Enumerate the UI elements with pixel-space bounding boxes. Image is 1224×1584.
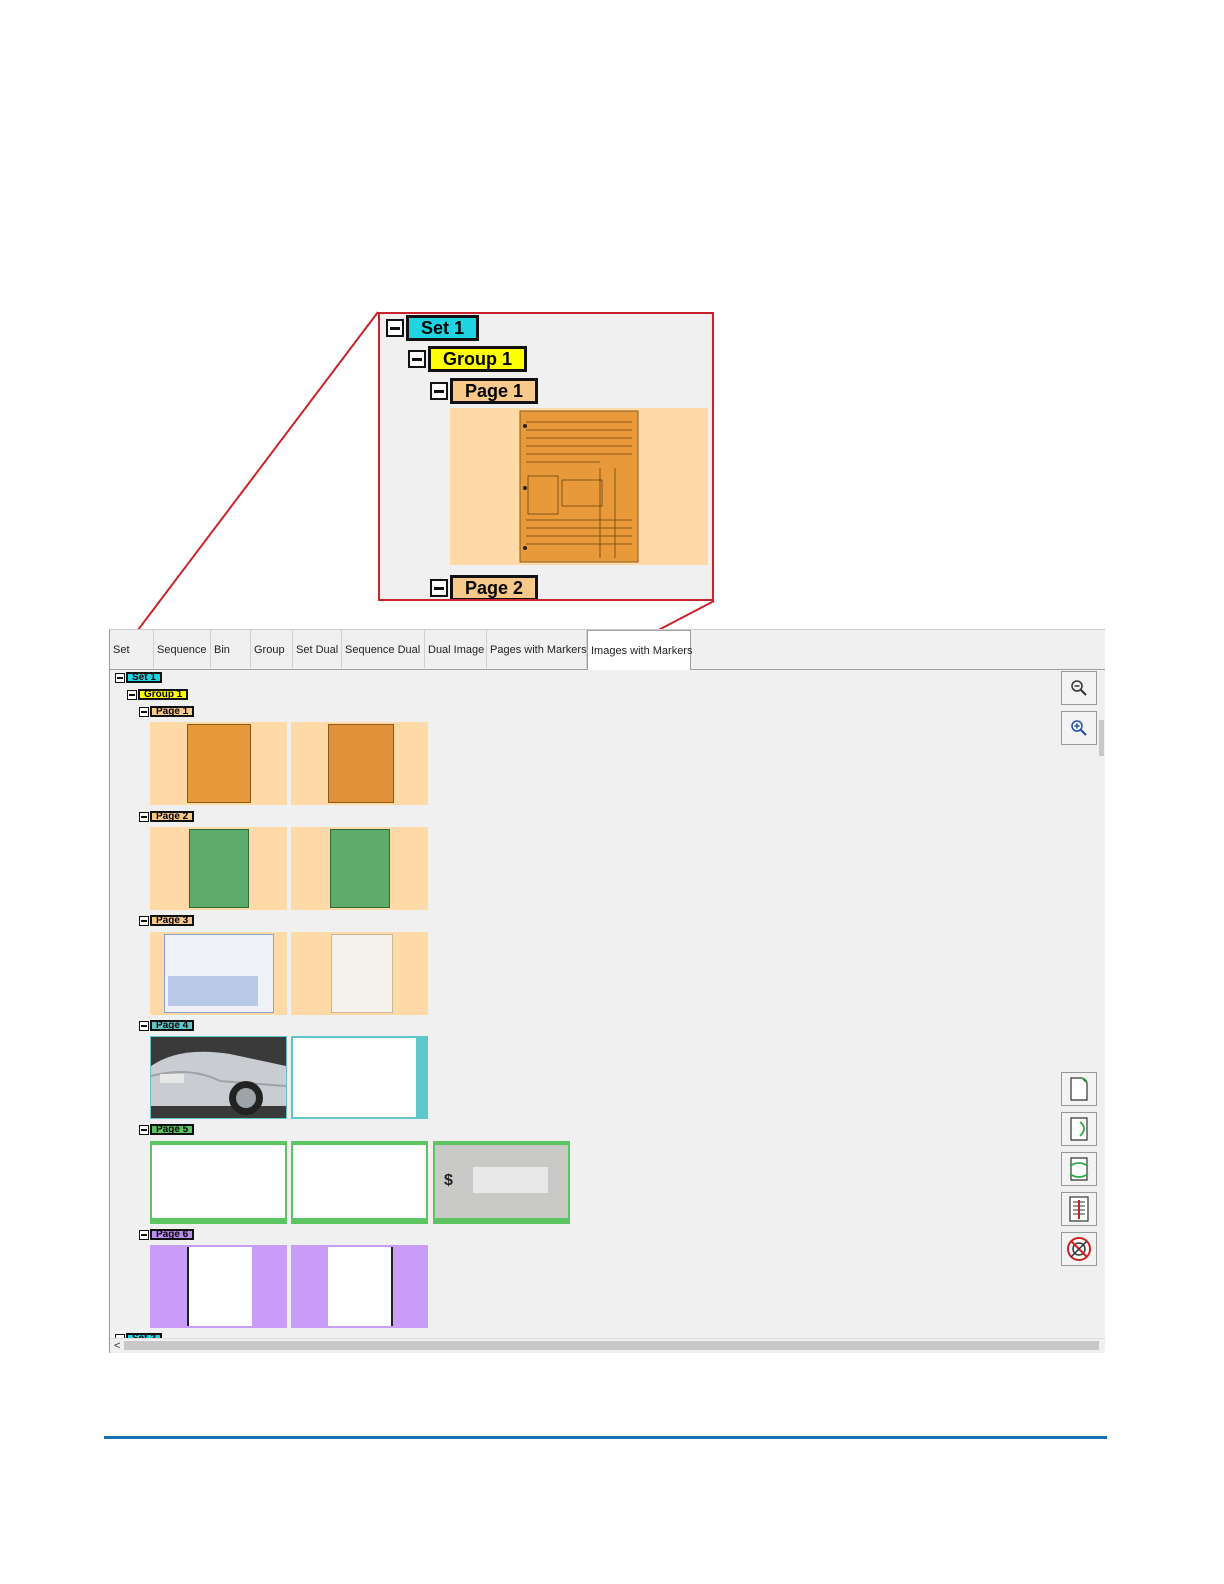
document-image bbox=[331, 934, 393, 1013]
collapse-icon[interactable] bbox=[127, 689, 137, 700]
callout-page1-node: Page 1 bbox=[430, 378, 539, 404]
rotate-right-button[interactable] bbox=[1061, 1072, 1097, 1106]
thumbnail-page1-front[interactable] bbox=[150, 722, 287, 805]
tree-node-page1[interactable]: Page 1 bbox=[139, 706, 195, 717]
vertical-scrollbar[interactable] bbox=[1097, 670, 1105, 1330]
collapse-icon[interactable] bbox=[139, 706, 149, 717]
dollar-sign-icon: $ bbox=[444, 1172, 453, 1189]
callout-group-label: Group 1 bbox=[428, 346, 528, 372]
document-image bbox=[187, 724, 251, 803]
images-with-markers-window: Set Sequence Bin Group Set Dual Sequence… bbox=[109, 629, 1105, 1353]
delete-icon bbox=[1067, 1237, 1091, 1261]
rotate-180-button[interactable] bbox=[1061, 1152, 1097, 1186]
tab-strip: Set Sequence Bin Group Set Dual Sequence… bbox=[110, 630, 1105, 670]
tab-set[interactable]: Set bbox=[110, 630, 154, 668]
table-graphic bbox=[168, 976, 258, 1006]
collapse-icon[interactable] bbox=[139, 1124, 149, 1135]
zoom-in-button[interactable] bbox=[1061, 711, 1097, 745]
footer-divider bbox=[104, 1436, 1107, 1439]
document-image bbox=[187, 1247, 252, 1326]
horizontal-scrollbar[interactable]: < bbox=[110, 1338, 1105, 1353]
collapse-icon[interactable] bbox=[139, 915, 149, 926]
scroll-left-icon[interactable]: < bbox=[114, 1339, 120, 1353]
callout-group-node: Group 1 bbox=[408, 346, 528, 372]
thumbnail-page5-snippet[interactable]: $ bbox=[433, 1141, 570, 1224]
tree-node-group1[interactable]: Group 1 bbox=[127, 689, 189, 700]
thumbnail-page6-front[interactable] bbox=[150, 1245, 287, 1328]
tab-set-dual[interactable]: Set Dual bbox=[293, 630, 342, 668]
split-document-button[interactable] bbox=[1061, 1192, 1097, 1226]
tab-sequence[interactable]: Sequence bbox=[154, 630, 211, 668]
zoom-out-icon bbox=[1071, 680, 1087, 696]
thumbnail-page2-back[interactable] bbox=[291, 827, 428, 910]
thumbnail-page3-back[interactable] bbox=[291, 932, 428, 1015]
car-photo-icon bbox=[150, 1037, 287, 1118]
tree-node-page6[interactable]: Page 6 bbox=[139, 1229, 195, 1240]
callout-page2-label: Page 2 bbox=[450, 575, 539, 599]
tab-pages-with-markers[interactable]: Pages with Markers bbox=[487, 630, 587, 668]
tree-node-page2[interactable]: Page 2 bbox=[139, 811, 195, 822]
callout-thumbnail bbox=[450, 408, 708, 565]
document-image bbox=[328, 724, 394, 803]
collapse-icon[interactable] bbox=[139, 1229, 149, 1240]
rotate-180-icon bbox=[1069, 1157, 1089, 1181]
rotate-left-icon bbox=[1070, 1117, 1088, 1141]
document-image bbox=[189, 829, 249, 908]
collapse-icon bbox=[430, 579, 448, 597]
tab-bin[interactable]: Bin bbox=[211, 630, 251, 668]
rotate-left-button[interactable] bbox=[1061, 1112, 1097, 1146]
thumbnail-page5-check-back[interactable] bbox=[291, 1141, 428, 1224]
tab-images-with-markers[interactable]: Images with Markers bbox=[587, 630, 692, 670]
callout-page2-node: Page 2 bbox=[430, 575, 539, 599]
tree-node-set1[interactable]: Set 1 bbox=[115, 672, 162, 683]
zoom-callout: Set 1 Group 1 Page 1 Page 2 bbox=[378, 312, 714, 601]
amount-box bbox=[473, 1167, 548, 1193]
collapse-icon[interactable] bbox=[139, 1020, 149, 1031]
collapse-icon[interactable] bbox=[139, 811, 149, 822]
delete-button[interactable] bbox=[1061, 1232, 1097, 1266]
collapse-icon bbox=[408, 350, 426, 368]
collapse-icon[interactable] bbox=[115, 672, 125, 683]
form-document-icon bbox=[519, 410, 639, 563]
document-image bbox=[293, 1038, 416, 1117]
zoom-out-button[interactable] bbox=[1061, 671, 1097, 705]
tab-sequence-dual[interactable]: Sequence Dual bbox=[342, 630, 425, 668]
tree-node-page5[interactable]: Page 5 bbox=[139, 1124, 195, 1135]
vertical-scroll-thumb[interactable] bbox=[1099, 720, 1104, 756]
callout-page1-label: Page 1 bbox=[450, 378, 539, 404]
thumbnail-page6-back[interactable] bbox=[291, 1245, 428, 1328]
check-image bbox=[152, 1145, 285, 1218]
split-document-icon bbox=[1069, 1196, 1089, 1222]
thumbnail-page1-back[interactable] bbox=[291, 722, 428, 805]
tab-dual-image[interactable]: Dual Image bbox=[425, 630, 487, 668]
tab-group[interactable]: Group bbox=[251, 630, 293, 668]
tree-node-page3[interactable]: Page 3 bbox=[139, 915, 195, 926]
thumbnail-page3-front[interactable] bbox=[150, 932, 287, 1015]
collapse-icon bbox=[430, 382, 448, 400]
callout-set-label: Set 1 bbox=[406, 315, 480, 341]
check-image bbox=[293, 1145, 426, 1218]
tree-node-page4[interactable]: Page 4 bbox=[139, 1020, 195, 1031]
horizontal-scroll-thumb[interactable] bbox=[124, 1341, 1099, 1350]
thumbnail-page4-photo[interactable] bbox=[150, 1036, 287, 1119]
thumbnail-page4-document[interactable] bbox=[291, 1036, 428, 1119]
zoom-in-icon bbox=[1071, 720, 1087, 736]
collapse-icon bbox=[386, 319, 404, 337]
document-image bbox=[330, 829, 390, 908]
document-image bbox=[328, 1247, 393, 1326]
callout-set-node: Set 1 bbox=[386, 315, 480, 341]
thumbnail-page5-check-front[interactable] bbox=[150, 1141, 287, 1224]
rotate-right-icon bbox=[1070, 1077, 1088, 1101]
thumbnail-page2-front[interactable] bbox=[150, 827, 287, 910]
